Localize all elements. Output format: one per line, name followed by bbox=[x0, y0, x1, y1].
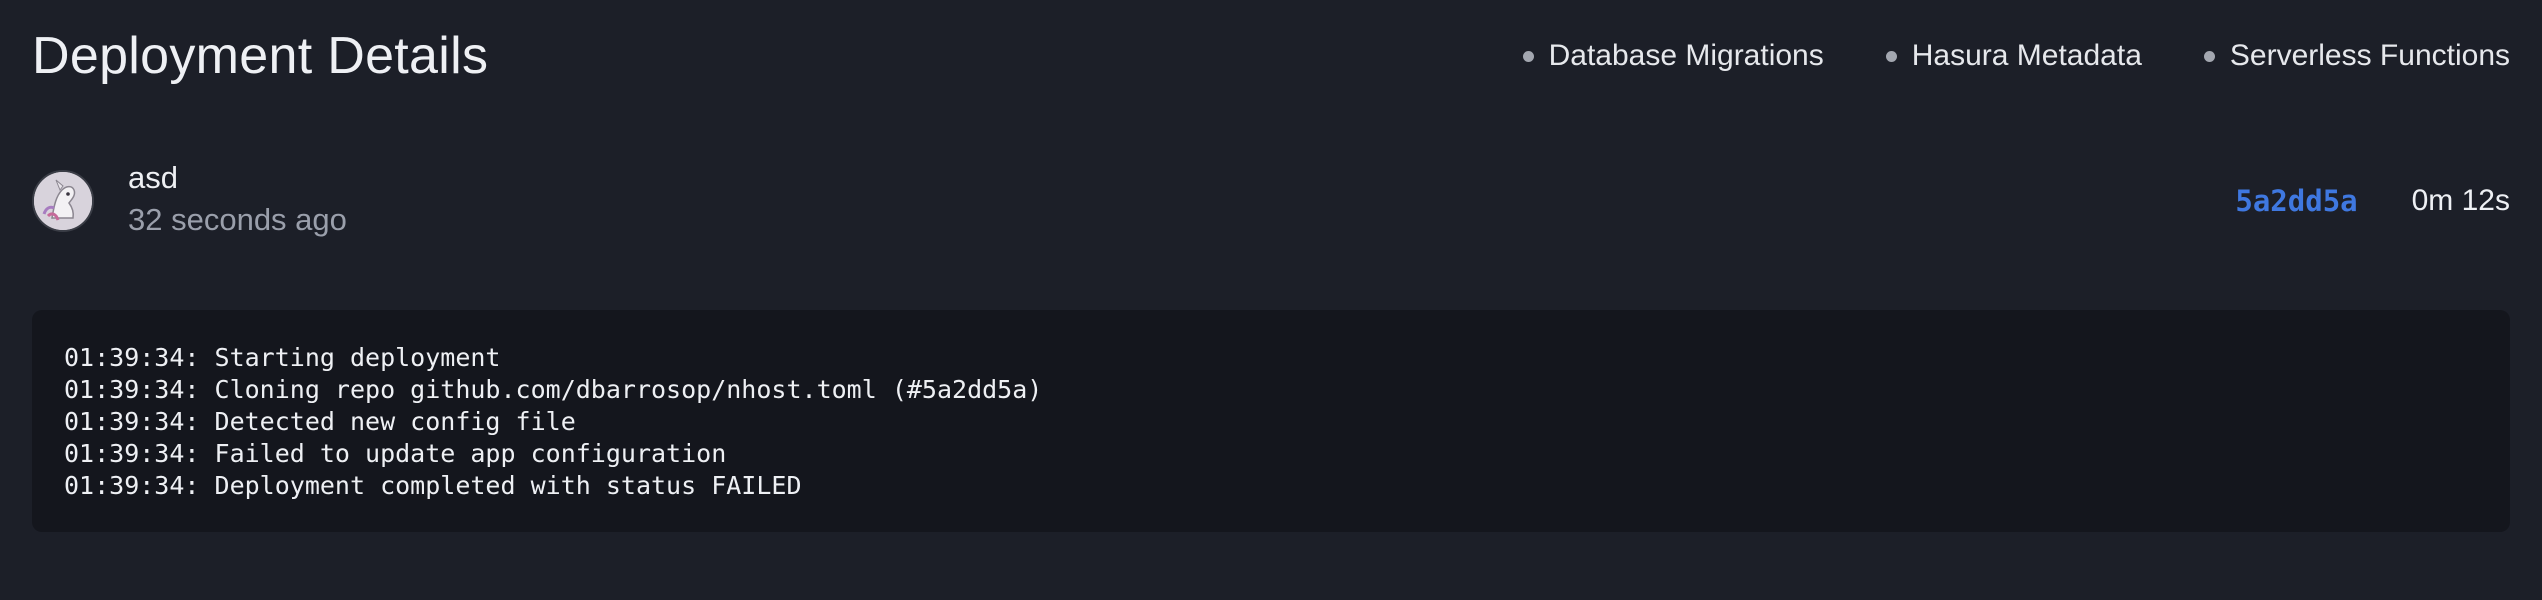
page-header: Deployment Details Database Migrations H… bbox=[32, 20, 2510, 92]
author-name: asd bbox=[128, 160, 178, 195]
status-item-serverless-functions: Serverless Functions bbox=[2203, 39, 2510, 73]
deployment-summary: asd 32 seconds ago 5a2dd5a 0m 12s bbox=[32, 160, 2510, 238]
deployment-meta: 5a2dd5a 0m 12s bbox=[2235, 184, 2510, 218]
status-dot-icon bbox=[1522, 50, 1534, 62]
status-label: Hasura Metadata bbox=[1911, 39, 2142, 72]
log-line: 01:39:34: Deployment completed with stat… bbox=[64, 471, 802, 500]
deployment-time-ago: 32 seconds ago bbox=[128, 202, 347, 237]
log-line: 01:39:34: Starting deployment bbox=[64, 343, 501, 372]
avatar bbox=[32, 170, 94, 232]
status-label: Database Migrations bbox=[1548, 39, 1824, 72]
user-avatar-icon bbox=[34, 172, 92, 230]
page-title: Deployment Details bbox=[32, 27, 489, 85]
deployment-log-panel[interactable]: 01:39:34: Starting deployment 01:39:34: … bbox=[32, 310, 2510, 532]
status-item-hasura-metadata: Hasura Metadata bbox=[1885, 39, 2142, 73]
log-line: 01:39:34: Failed to update app configura… bbox=[64, 439, 727, 468]
author-text: asd 32 seconds ago bbox=[128, 159, 347, 243]
pipeline-status-list: Database Migrations Hasura Metadata Serv… bbox=[1461, 39, 2510, 73]
commit-hash-link[interactable]: 5a2dd5a bbox=[2235, 184, 2357, 218]
status-dot-icon bbox=[2203, 50, 2215, 62]
status-dot-icon bbox=[1885, 50, 1897, 62]
deployment-duration: 0m 12s bbox=[2411, 184, 2510, 217]
status-label: Serverless Functions bbox=[2229, 39, 2510, 72]
log-line: 01:39:34: Cloning repo github.com/dbarro… bbox=[64, 375, 1043, 404]
status-item-database-migrations: Database Migrations bbox=[1522, 39, 1824, 73]
log-line: 01:39:34: Detected new config file bbox=[64, 407, 576, 436]
deployment-details-page: Deployment Details Database Migrations H… bbox=[32, 0, 2510, 600]
deployment-author: asd 32 seconds ago bbox=[32, 159, 347, 243]
